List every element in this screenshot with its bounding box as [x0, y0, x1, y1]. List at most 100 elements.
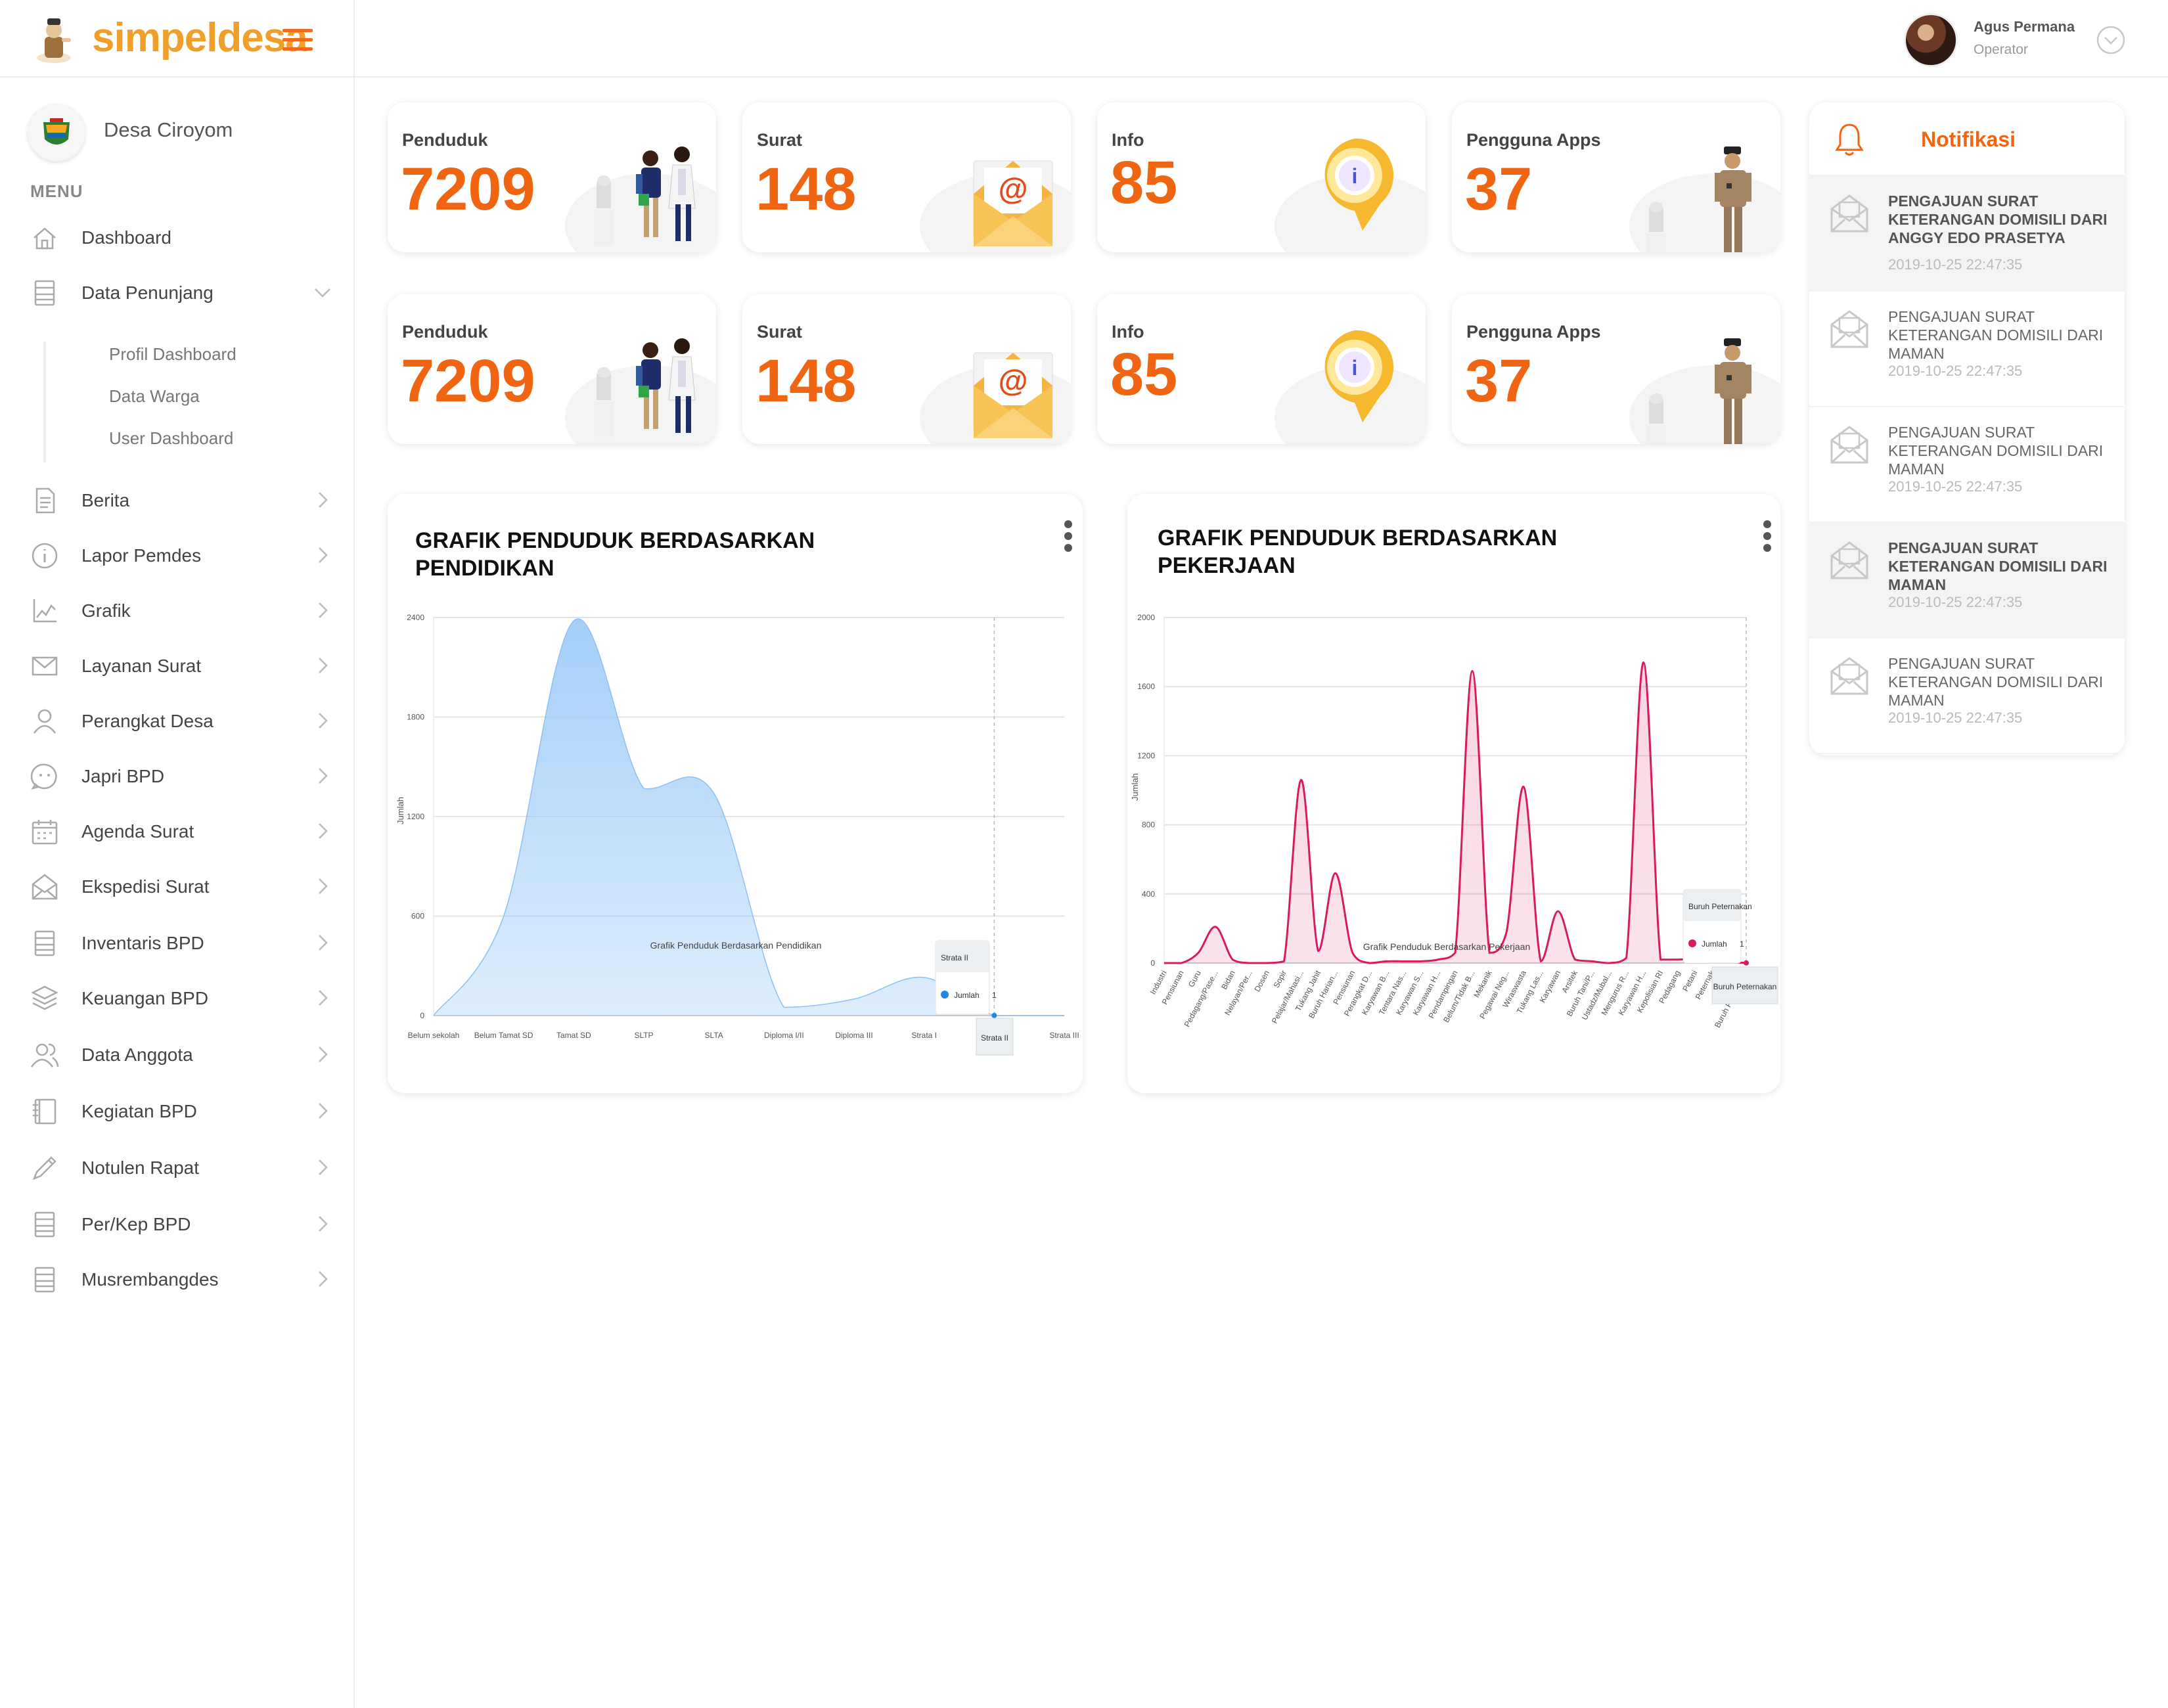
notification-text: PENGAJUAN SURAT KETERANGAN DOMISILI DARI… [1888, 539, 2108, 593]
data-point[interactable] [643, 787, 645, 790]
data-point[interactable] [782, 1006, 785, 1008]
sidebar-item-dashboard[interactable]: Dashboard [0, 212, 355, 264]
series-marker [941, 991, 949, 999]
avatar[interactable] [1904, 13, 1958, 67]
sidebar-item-keuangan-bpd[interactable]: Keuangan BPD [0, 972, 355, 1025]
stat-card-info[interactable]: i Info 85 [1097, 294, 1426, 444]
sidebar-item-berita[interactable]: Berita [0, 474, 355, 527]
data-point[interactable] [1317, 950, 1320, 953]
envelope-open-icon [32, 874, 58, 900]
sidebar-item-inventaris-bpd[interactable]: Inventaris BPD [0, 917, 355, 970]
sidebar-item-per-kep-bpd[interactable]: Per/Kep BPD [0, 1198, 355, 1251]
series-area [1164, 662, 1746, 963]
data-point[interactable] [1231, 958, 1234, 961]
stat-card-surat[interactable]: @ Surat 148 [742, 102, 1071, 252]
stat-card-surat[interactable]: @ Surat 148 [742, 294, 1071, 444]
notification-item[interactable]: PENGAJUAN SURAT KETERANGAN DOMISILI DARI… [1809, 523, 2125, 639]
stat-card-penduduk[interactable]: Penduduk 7209 [388, 294, 716, 444]
data-point[interactable] [1625, 956, 1628, 959]
data-point[interactable] [1505, 931, 1508, 933]
data-point[interactable] [1163, 962, 1165, 964]
sidebar-item-japri-bpd[interactable]: Japri BPD [0, 750, 355, 803]
sidebar-item-musrembangdes[interactable]: Musrembangdes [0, 1253, 355, 1306]
data-point[interactable] [1063, 1014, 1066, 1017]
chevron-right-icon [319, 990, 328, 1006]
data-point[interactable] [1420, 960, 1422, 962]
data-point[interactable] [1471, 670, 1474, 673]
data-point[interactable] [1282, 960, 1285, 962]
data-point[interactable] [1386, 960, 1388, 962]
data-point[interactable] [923, 976, 926, 979]
data-point[interactable] [1573, 958, 1576, 961]
sidebar-item-perangkat-desa[interactable]: Perangkat Desa [0, 695, 355, 748]
data-point[interactable] [572, 619, 575, 622]
stat-card-pengguna-apps[interactable]: Pengguna Apps 37 [1452, 294, 1780, 444]
data-point[interactable] [1197, 951, 1200, 954]
data-point[interactable] [1180, 962, 1183, 964]
sidebar-item-data-penunjang[interactable]: Data Penunjang [0, 267, 355, 319]
bell-icon[interactable] [1834, 122, 1864, 158]
data-point[interactable] [713, 792, 715, 795]
menu-toggle-button[interactable] [282, 29, 313, 51]
notification-item[interactable]: PENGAJUAN SURAT KETERANGAN DOMISILI DARI… [1809, 176, 2125, 292]
email-envelope-illustration: @ [943, 340, 1071, 444]
pencil-icon [32, 1156, 56, 1180]
sidebar-item-notulen-rapat[interactable]: Notulen Rapat [0, 1142, 355, 1194]
data-point[interactable] [853, 998, 855, 1000]
notification-time: 2019-10-25 22:47:35 [1888, 363, 2023, 379]
notification-item[interactable]: PENGAJUAN SURAT KETERANGAN DOMISILI DARI… [1809, 292, 2125, 407]
data-point[interactable] [1677, 958, 1679, 961]
sidebar-item-kegiatan-bpd[interactable]: Kegiatan BPD [0, 1085, 355, 1138]
data-point[interactable] [1437, 958, 1439, 961]
education-area-chart: 0 600 1200 1800 2400 Jumlah Belum sekolah Belum… [395, 613, 1079, 1056]
notification-time: 2019-10-25 22:47:35 [1888, 594, 2023, 610]
chat-icon [30, 763, 57, 790]
data-point[interactable] [1591, 960, 1593, 962]
sidebar-item-layanan-surat[interactable]: Layanan Surat [0, 640, 355, 692]
chart-subtitle: Grafik Penduduk Berdasarkan Pekerjaan [1363, 941, 1530, 952]
data-point[interactable] [1642, 661, 1645, 663]
data-point[interactable] [1608, 962, 1611, 964]
sidebar-item-label: Grafik [81, 600, 131, 621]
brand-name[interactable]: simpeldesa [92, 14, 308, 61]
stat-card-info[interactable]: i Info 85 [1097, 102, 1426, 252]
svg-text:@: @ [999, 363, 1028, 397]
chevron-down-icon[interactable] [2096, 25, 2126, 55]
stat-label: Pengguna Apps [1466, 130, 1601, 150]
sidebar-item-grafik[interactable]: Grafik [0, 585, 355, 637]
sidebar-item-ekspedisi-surat[interactable]: Ekspedisi Surat [0, 861, 355, 913]
data-point[interactable] [1556, 910, 1559, 912]
home-icon [34, 227, 56, 250]
stat-card-pengguna-apps[interactable]: Pengguna Apps 37 [1452, 102, 1780, 252]
stat-value: 37 [1465, 348, 1533, 415]
svg-text:i: i [1352, 356, 1358, 380]
sidebar-item-lapor-pemdes[interactable]: Lapor Pemdes [0, 529, 355, 582]
data-point[interactable] [1248, 962, 1251, 964]
data-point[interactable] [1368, 962, 1371, 964]
user-name: Agus Permana [1974, 18, 2075, 35]
officer-illustration [1642, 336, 1774, 444]
data-point[interactable] [503, 915, 505, 918]
data-point[interactable] [1522, 786, 1525, 788]
stat-label: Surat [757, 322, 803, 342]
sidebar-item-agenda-surat[interactable]: Agenda Surat [0, 805, 355, 858]
data-point[interactable] [1351, 951, 1354, 954]
sidebar-item-data-anggota[interactable]: Data Anggota [0, 1029, 355, 1081]
stat-value: 7209 [401, 348, 535, 415]
data-point[interactable] [1214, 926, 1217, 928]
data-point[interactable] [1265, 962, 1268, 964]
data-point[interactable] [1334, 872, 1337, 874]
data-point[interactable] [1299, 778, 1302, 781]
submenu-item-user-dashboard[interactable]: User Dashboard [109, 428, 233, 449]
submenu-item-data-warga[interactable]: Data Warga [109, 386, 200, 407]
data-point[interactable] [1403, 960, 1405, 962]
data-point[interactable] [1660, 958, 1662, 961]
sidebar-item-label: Per/Kep BPD [81, 1214, 191, 1234]
notification-item[interactable]: PENGAJUAN SURAT KETERANGAN DOMISILI DARI… [1809, 407, 2125, 523]
data-point[interactable] [1539, 960, 1542, 962]
submenu-item-profil-dashboard[interactable]: Profil Dashboard [109, 344, 237, 365]
x-axis-hover-text: Strata II [981, 1033, 1008, 1043]
notification-item[interactable]: PENGAJUAN SURAT KETERANGAN DOMISILI DARI… [1809, 639, 2125, 754]
stat-card-penduduk[interactable]: Penduduk 7209 [388, 102, 716, 252]
data-point[interactable] [432, 1014, 435, 1017]
